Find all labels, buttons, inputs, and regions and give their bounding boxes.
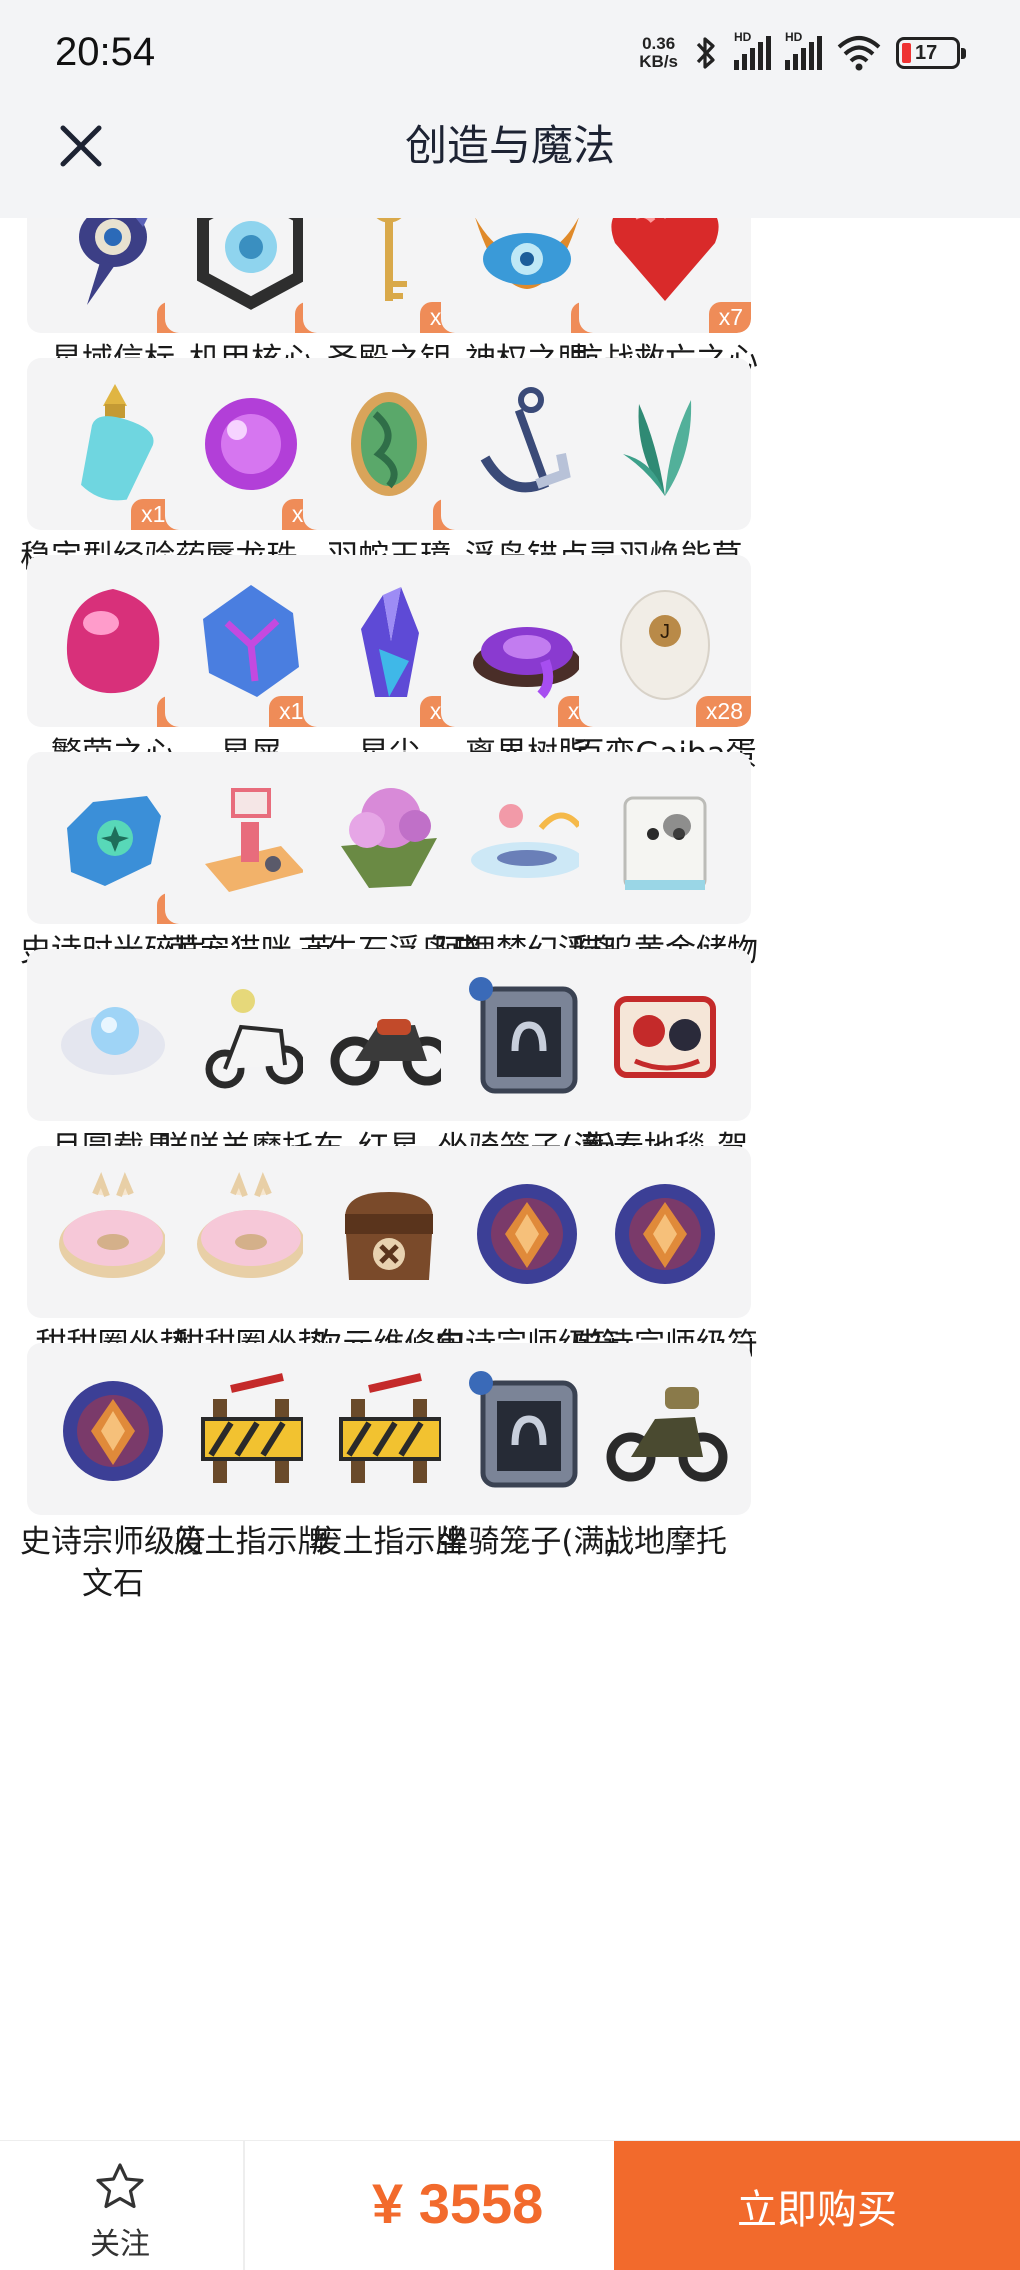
item-card[interactable]: 喵呜黄金储物柜 (570, 752, 770, 1011)
buy-now-button[interactable]: 立即购买 (614, 2141, 1020, 2270)
cat-locker-icon (623, 796, 707, 890)
spring-carpet-icon (614, 996, 716, 1078)
divider (243, 2141, 245, 2270)
bottom-bar: 关注 ¥ 3558 立即购买 (0, 2140, 1020, 2270)
cell-signal-2-icon: HD (785, 30, 822, 70)
item-card[interactable]: 史诗宗师级符文石 (570, 1146, 770, 1405)
status-icons: 0.36 KB/s HD HD 17 (639, 30, 966, 72)
status-time: 20:54 (55, 30, 156, 74)
item-name: 战地摩托 (603, 1524, 727, 1560)
rune-stone-icon (615, 1184, 715, 1284)
item-thumbnail (579, 752, 751, 924)
wifi-icon (837, 36, 881, 71)
network-speed: 0.36 KB/s (639, 34, 678, 71)
battle-motorcycle-icon (606, 1387, 728, 1482)
item-thumbnail (579, 358, 751, 530)
quantity-badge: x7 (708, 302, 751, 333)
quantity-badge: x28 (695, 696, 751, 727)
item-thumbnail (579, 949, 751, 1121)
bluetooth-icon (696, 37, 715, 69)
item-thumbnail (579, 1146, 751, 1318)
item-card[interactable]: 战地摩托 (570, 1343, 770, 1560)
cell-signal-1-icon: HD (734, 30, 771, 70)
svg-text:J: J (660, 621, 670, 643)
heart-gem-icon (611, 218, 719, 301)
battery-icon: 17 (896, 37, 966, 69)
feather-grass-icon (623, 400, 692, 496)
item-thumbnail (579, 1343, 751, 1515)
star-outline-icon (96, 2163, 144, 2209)
item-card[interactable]: 灵羽焕能草 (570, 358, 770, 575)
price: ¥ 3558 (372, 2172, 544, 2235)
item-thumbnail: x7 (579, 218, 751, 333)
page-title: 创造与魔法 (404, 121, 615, 170)
item-card[interactable]: 新春地毯-贺新春 (570, 949, 770, 1208)
egg-icon: J (620, 590, 710, 700)
follow-button[interactable]: 关注 (70, 2161, 170, 2263)
item-card[interactable]: x7抗战救亡之心 (570, 218, 770, 378)
status-bar: 20:54 0.36 KB/s HD HD 17 (0, 0, 1020, 118)
item-card[interactable]: Jx28百变Gaiba蛋 (570, 555, 770, 772)
follow-label: 关注 (90, 2227, 150, 2262)
item-grid: x6星域信标x6机甲核心x13圣殿之钥x5神权之眼x7抗战救亡之心x130稳定型… (0, 218, 1020, 2138)
item-thumbnail: Jx28 (579, 555, 751, 727)
